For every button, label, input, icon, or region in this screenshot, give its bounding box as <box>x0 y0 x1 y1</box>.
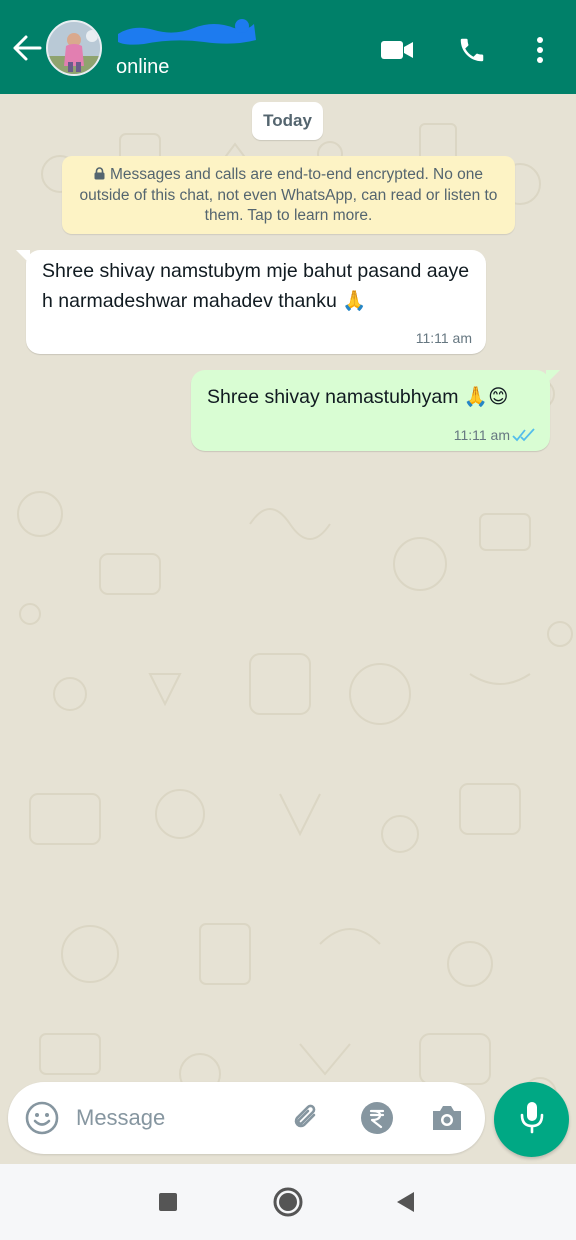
avatar[interactable] <box>46 20 102 76</box>
system-navigation-bar <box>0 1164 576 1240</box>
message-time: 11:11 am <box>453 427 510 443</box>
emoji-icon[interactable] <box>22 1098 62 1138</box>
video-call-icon[interactable] <box>377 30 417 70</box>
attach-icon[interactable] <box>286 1098 326 1138</box>
back-arrow-icon[interactable] <box>10 30 44 66</box>
bubble-tail <box>546 370 560 384</box>
double-check-read-icon <box>512 427 538 443</box>
contact-status: online <box>116 56 170 78</box>
recents-square-icon[interactable] <box>148 1182 188 1222</box>
message-text: Shree shivay namastubhyam 🙏😊 <box>207 386 509 408</box>
encryption-notice[interactable]: Messages and calls are end-to-end encryp… <box>62 156 515 234</box>
encryption-notice-text: Messages and calls are end-to-end encryp… <box>79 166 498 224</box>
message-composer <box>8 1082 485 1154</box>
message-time: 11:11 am <box>415 330 472 346</box>
lock-icon <box>94 166 105 180</box>
more-vert-icon[interactable] <box>520 30 560 70</box>
camera-icon[interactable] <box>427 1098 467 1138</box>
contact-name-redacted[interactable] <box>114 14 258 48</box>
mic-icon <box>518 1100 546 1139</box>
incoming-message-bubble[interactable]: Shree shivay namstubym mje bahut pasand … <box>16 250 486 354</box>
rupee-payment-icon[interactable] <box>357 1098 397 1138</box>
outgoing-message-bubble[interactable]: Shree shivay namastubhyam 🙏😊 11:11 am <box>191 370 560 451</box>
mic-button[interactable] <box>494 1082 569 1157</box>
chat-header: online <box>0 0 576 94</box>
message-input[interactable] <box>76 1100 266 1136</box>
home-circle-icon[interactable] <box>268 1182 308 1222</box>
message-text: Shree shivay namstubym mje bahut pasand … <box>42 260 470 312</box>
bubble-tail <box>16 250 30 264</box>
back-triangle-icon[interactable] <box>385 1182 425 1222</box>
phone-icon[interactable] <box>452 30 492 70</box>
date-chip: Today <box>252 102 323 140</box>
